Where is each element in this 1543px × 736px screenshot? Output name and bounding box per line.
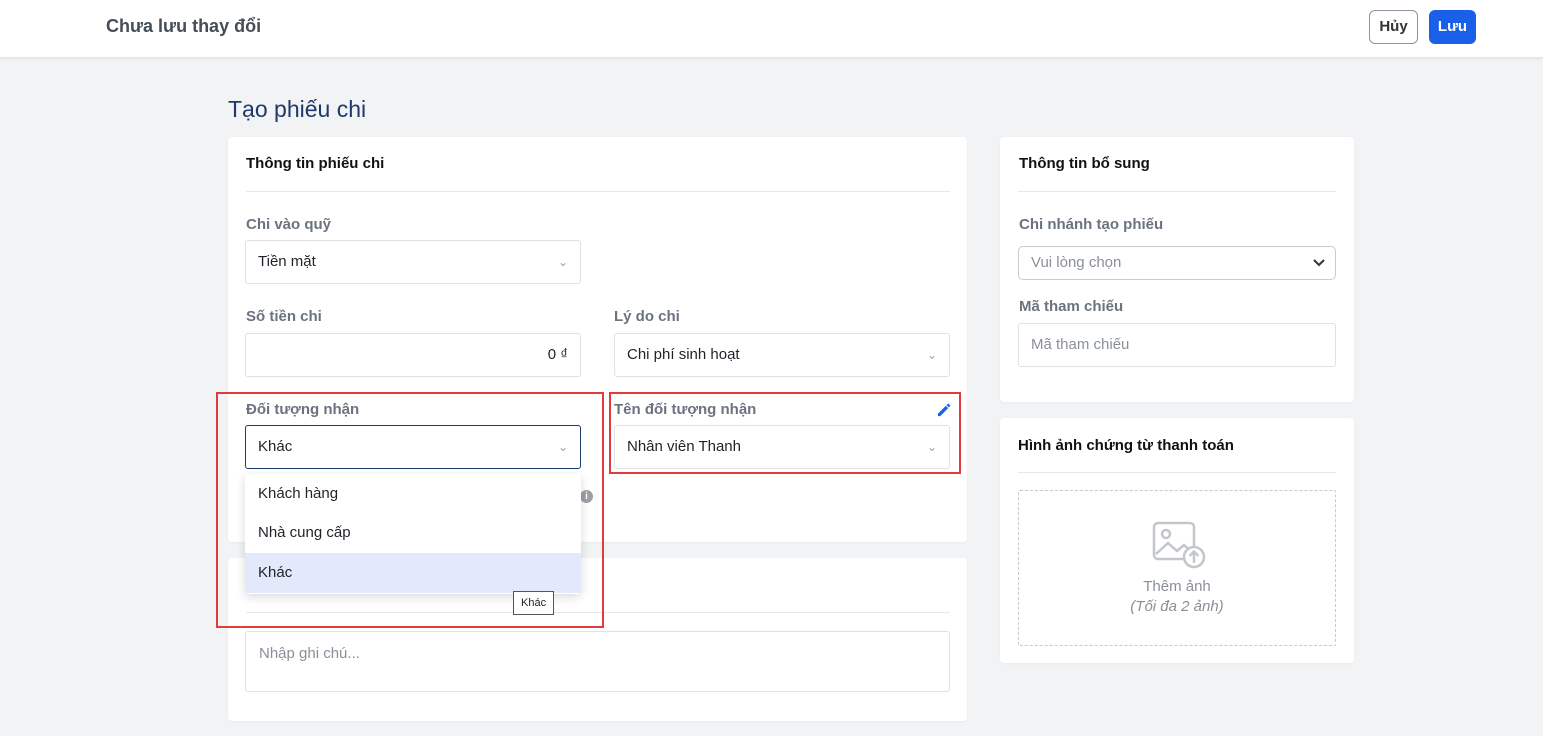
- chevron-down-icon: ⌄: [926, 348, 937, 362]
- chevron-down-icon: [1313, 259, 1325, 267]
- ref-input[interactable]: Mã tham chiếu: [1018, 323, 1336, 367]
- cancel-button[interactable]: Hủy: [1369, 10, 1418, 44]
- fund-select[interactable]: Tiền mặt ⌄: [245, 240, 581, 284]
- image-upload-area[interactable]: Thêm ảnh (Tối đa 2 ảnh): [1018, 490, 1336, 646]
- amount-value: 0 ₫: [547, 346, 568, 363]
- max-images-hint: (Tối đa 2 ảnh): [1130, 598, 1224, 615]
- branch-placeholder: Vui lòng chọn: [1031, 254, 1122, 271]
- voucher-info-title: Thông tin phiếu chi: [246, 155, 385, 172]
- ref-placeholder: Mã tham chiếu: [1031, 336, 1130, 353]
- highlight-box-recipient-type: [216, 392, 604, 628]
- extra-info-title: Thông tin bổ sung: [1019, 155, 1150, 172]
- ref-label: Mã tham chiếu: [1019, 298, 1124, 315]
- reason-select[interactable]: Chi phí sinh hoạt ⌄: [614, 333, 950, 377]
- branch-label: Chi nhánh tạo phiếu: [1019, 216, 1164, 233]
- fund-label: Chi vào quỹ: [246, 216, 332, 233]
- reason-label: Lý do chi: [614, 308, 680, 325]
- amount-input[interactable]: 0 ₫: [245, 333, 581, 377]
- save-button[interactable]: Lưu: [1429, 10, 1476, 44]
- attachments-divider: [1018, 472, 1336, 473]
- amount-label: Số tiền chi: [246, 308, 322, 325]
- page-title: Tạo phiếu chi: [228, 96, 367, 122]
- extra-info-divider: [1018, 191, 1336, 192]
- attachments-title: Hình ảnh chứng từ thanh toán: [1018, 437, 1234, 454]
- branch-select[interactable]: Vui lòng chọn: [1018, 246, 1336, 280]
- unsaved-status: Chưa lưu thay đổi: [106, 16, 262, 36]
- highlight-box-recipient-name: [609, 392, 961, 474]
- fund-value: Tiền mặt: [258, 253, 316, 270]
- reason-value: Chi phí sinh hoạt: [627, 346, 740, 363]
- chevron-down-icon: ⌄: [557, 255, 568, 269]
- add-image-label: Thêm ảnh: [1143, 578, 1211, 595]
- voucher-info-divider: [246, 191, 950, 192]
- top-bar: Chưa lưu thay đổi Hủy Lưu: [0, 0, 1543, 58]
- note-textarea[interactable]: Nhập ghi chú...: [245, 631, 950, 692]
- image-upload-icon: [1152, 521, 1206, 569]
